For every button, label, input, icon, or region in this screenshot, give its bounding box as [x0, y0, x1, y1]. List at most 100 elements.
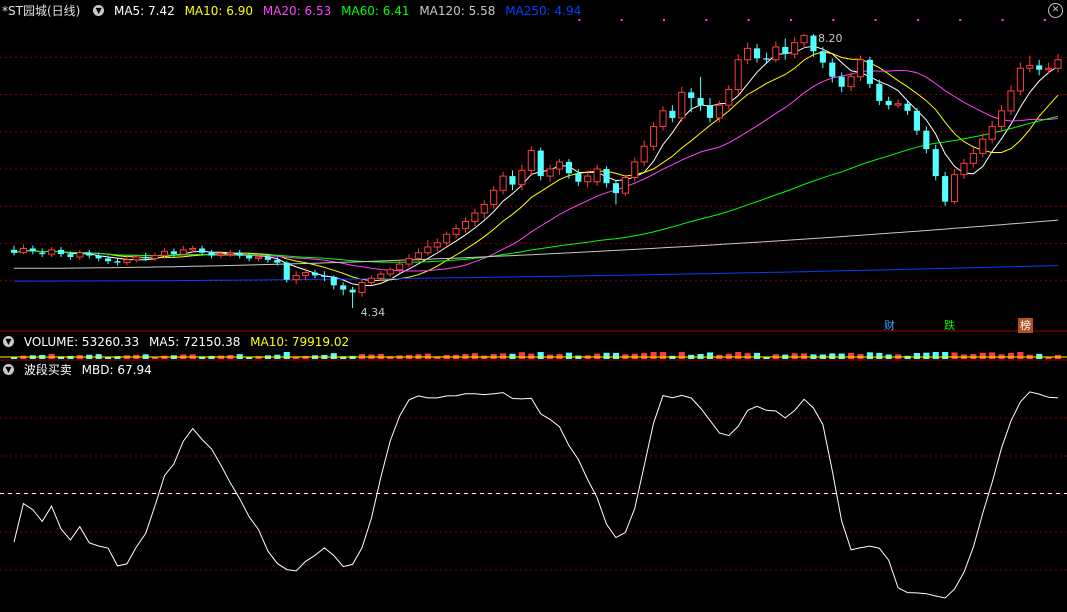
signal-dot — [789, 19, 792, 21]
ma250-label: MA250: 4.94 — [505, 4, 582, 18]
candle-body — [358, 282, 366, 293]
candle-body — [264, 256, 272, 260]
candle-body — [969, 152, 977, 164]
candle-body — [160, 250, 169, 257]
settings-icon[interactable]: ▼ — [93, 5, 105, 16]
volume-bar — [641, 353, 648, 359]
candle-body — [640, 145, 648, 163]
event-drop-badge[interactable]: 跌 — [942, 318, 957, 333]
stock-title[interactable]: *ST园城(日线) — [2, 4, 80, 18]
candle-body — [904, 103, 911, 111]
candle-body — [650, 125, 658, 147]
candle-body — [923, 130, 930, 150]
candle-body — [763, 58, 770, 60]
ma120-label: MA120: 5.58 — [419, 4, 496, 18]
candle-body — [246, 255, 253, 259]
volume-bar — [829, 353, 836, 359]
candle-body — [433, 242, 441, 248]
candle-body — [386, 269, 394, 275]
ma60-label: MA60: 6.41 — [341, 4, 410, 18]
event-finance-badge[interactable]: 财 — [882, 318, 897, 333]
candle-body — [1036, 65, 1043, 70]
volume-label: VOLUME: 53260.33 — [23, 335, 140, 349]
candle-body — [876, 83, 883, 101]
candle-body — [321, 275, 328, 277]
indicator-settings-icon[interactable]: ▼ — [3, 364, 14, 375]
signal-dot — [916, 19, 919, 21]
candle-body — [39, 252, 46, 255]
candle-body — [151, 255, 159, 259]
candle-body — [659, 110, 667, 127]
candle-body — [942, 176, 949, 202]
indicator-name[interactable]: 波段买卖 — [24, 363, 72, 377]
candle-body — [226, 252, 234, 255]
candle-body — [894, 103, 902, 106]
price-header: *ST园城(日线) ▼ MA5: 7.42 MA10: 6.90 MA20: 6… — [0, 2, 587, 20]
volume-bar — [283, 352, 290, 359]
candle-body — [838, 76, 845, 87]
ma20-line — [13, 69, 1059, 272]
candle-body — [1007, 90, 1015, 112]
signal-dot — [747, 19, 750, 21]
volume-bar — [509, 353, 516, 359]
candle-body — [518, 169, 526, 186]
volume-bar — [471, 353, 478, 359]
candle-body — [104, 258, 112, 262]
candle-body — [424, 246, 432, 254]
volume-bar — [744, 353, 751, 359]
candle-body — [669, 110, 676, 118]
volume-bar — [537, 352, 544, 359]
volume-bar — [706, 352, 714, 359]
candle-body — [697, 98, 704, 106]
ma20-label: MA20: 6.53 — [262, 4, 332, 18]
candle-body — [67, 254, 74, 257]
candle-body — [367, 277, 375, 284]
candle-body — [19, 247, 27, 254]
candle-body — [565, 161, 572, 174]
candle-body — [114, 261, 121, 263]
candle-body — [847, 76, 855, 88]
candle-body — [452, 228, 460, 235]
volume-settings-icon[interactable]: ▼ — [3, 336, 14, 347]
candle-body — [405, 257, 413, 265]
candle-body — [782, 46, 789, 55]
candle-body — [217, 253, 225, 257]
low-price-label: 4.34 — [361, 306, 386, 319]
indicator-header: ▼ 波段买卖 MBD: 67.94 — [0, 361, 158, 379]
candle-body — [490, 189, 498, 205]
event-rank-badge[interactable]: 榜 — [1018, 318, 1033, 333]
candle-body — [885, 100, 892, 106]
volume-bar — [848, 352, 855, 359]
candle-body — [603, 169, 610, 184]
kline-chart: 8.20 4.34 — [0, 19, 1067, 599]
volume-header: ▼ VOLUME: 53260.33 MA5: 72150.38 MA10: 7… — [0, 333, 355, 351]
candle-body — [913, 110, 920, 131]
volume-bar — [612, 352, 620, 359]
candle-body — [856, 59, 865, 78]
volume-bar — [631, 353, 638, 359]
volume-bar — [1017, 352, 1024, 359]
candle-body — [810, 35, 817, 52]
candle-body — [537, 150, 544, 177]
candle-body — [715, 104, 723, 119]
candle-body — [330, 276, 337, 286]
signal-dot — [959, 19, 962, 21]
volume-bar — [659, 352, 667, 359]
volume-bar — [979, 352, 986, 359]
volume-bar — [377, 353, 384, 359]
close-icon[interactable]: ✕ — [1048, 3, 1063, 18]
candle-body — [744, 47, 752, 61]
candle-body — [349, 289, 356, 293]
candle-body — [1054, 59, 1062, 69]
candle-body — [480, 203, 488, 214]
ma250-line — [14, 265, 1059, 282]
candle-body — [1045, 67, 1053, 71]
volume-bar — [518, 352, 525, 359]
ma10-line — [13, 51, 1059, 282]
volume-bar — [838, 353, 845, 359]
volume-bar — [932, 352, 939, 359]
volume-bar — [866, 352, 873, 359]
candle-body — [706, 105, 714, 118]
candle-body — [932, 149, 939, 177]
candle-body — [829, 62, 836, 77]
